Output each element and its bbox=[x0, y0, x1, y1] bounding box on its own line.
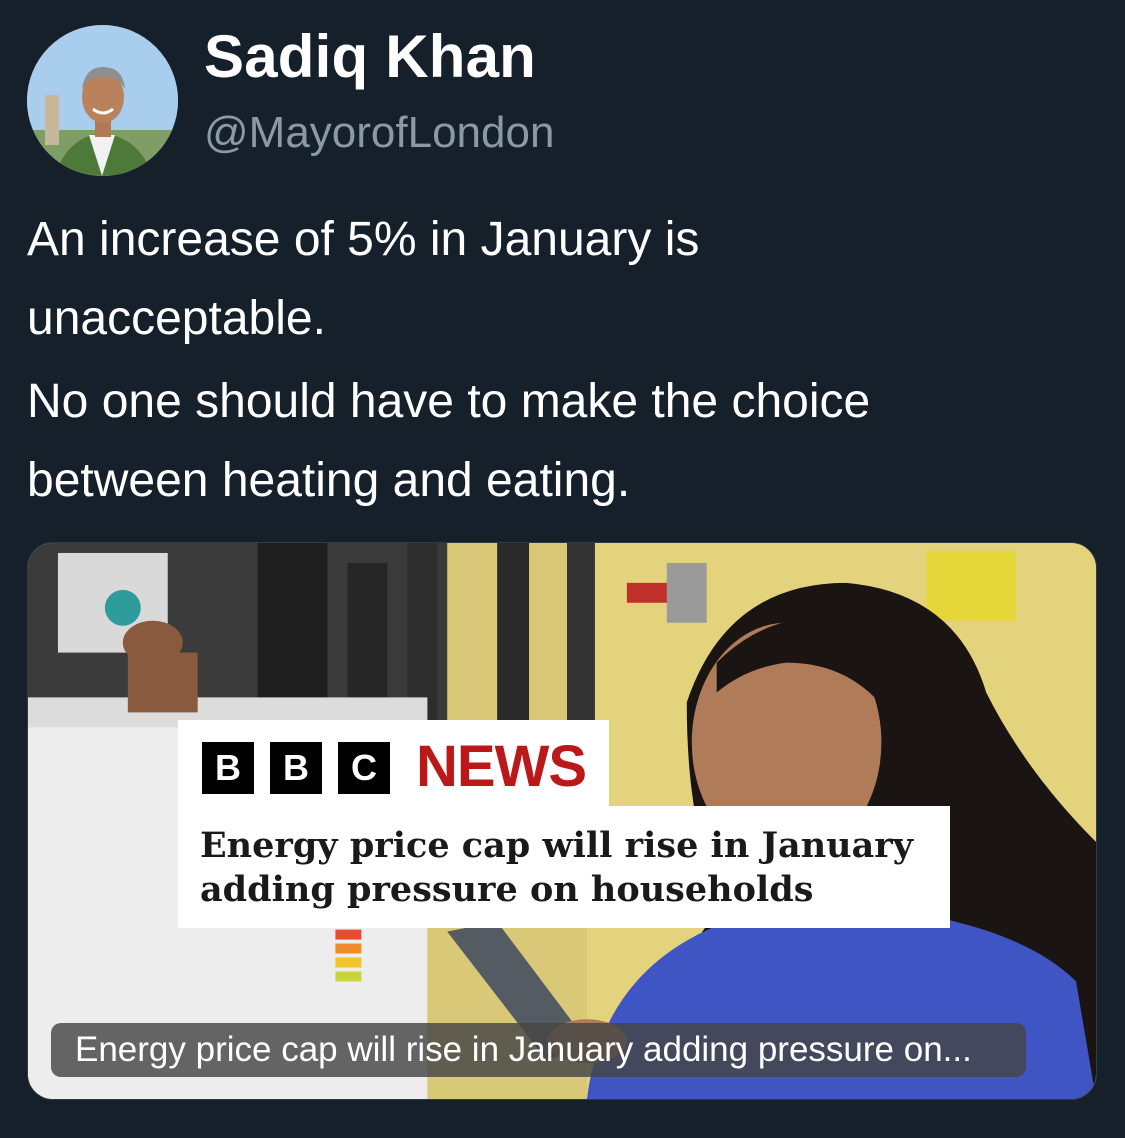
tweet-paragraph: No one should have to make the choice be… bbox=[27, 362, 1097, 520]
image-headline-line: Energy price cap will rise in January bbox=[200, 825, 914, 866]
author-display-name[interactable]: Sadiq Khan bbox=[204, 22, 536, 91]
bbc-logo-block: C bbox=[338, 742, 390, 794]
tweet-text: An increase of 5% in January is unaccept… bbox=[27, 200, 1097, 520]
avatar-photo-icon bbox=[27, 25, 178, 176]
tweet-paragraph: An increase of 5% in January is unaccept… bbox=[27, 200, 1097, 358]
tweet-line: unacceptable. bbox=[27, 292, 326, 345]
tweet-line: No one should have to make the choice bbox=[27, 375, 871, 428]
bbc-logo-block: B bbox=[202, 742, 254, 794]
link-preview-card[interactable]: B B C NEWS Energy price cap will rise in… bbox=[27, 542, 1097, 1100]
bbc-news-wordmark: NEWS bbox=[416, 734, 587, 799]
author-avatar[interactable] bbox=[27, 25, 178, 176]
image-headline: Energy price cap will rise in January ad… bbox=[200, 824, 913, 912]
image-headline-banner: Energy price cap will rise in January ad… bbox=[178, 806, 950, 928]
tweet: Sadiq Khan @MayorofLondon An increase of… bbox=[0, 0, 1125, 1138]
author-handle[interactable]: @MayorofLondon bbox=[204, 108, 554, 158]
link-card-caption[interactable]: Energy price cap will rise in January ad… bbox=[51, 1023, 1026, 1077]
bbc-news-logo: B B C NEWS bbox=[178, 720, 609, 806]
tweet-line: between heating and eating. bbox=[27, 454, 631, 507]
tweet-line: An increase of 5% in January is bbox=[27, 213, 700, 266]
image-headline-line: adding pressure on households bbox=[200, 869, 814, 910]
bbc-logo-block: B bbox=[270, 742, 322, 794]
